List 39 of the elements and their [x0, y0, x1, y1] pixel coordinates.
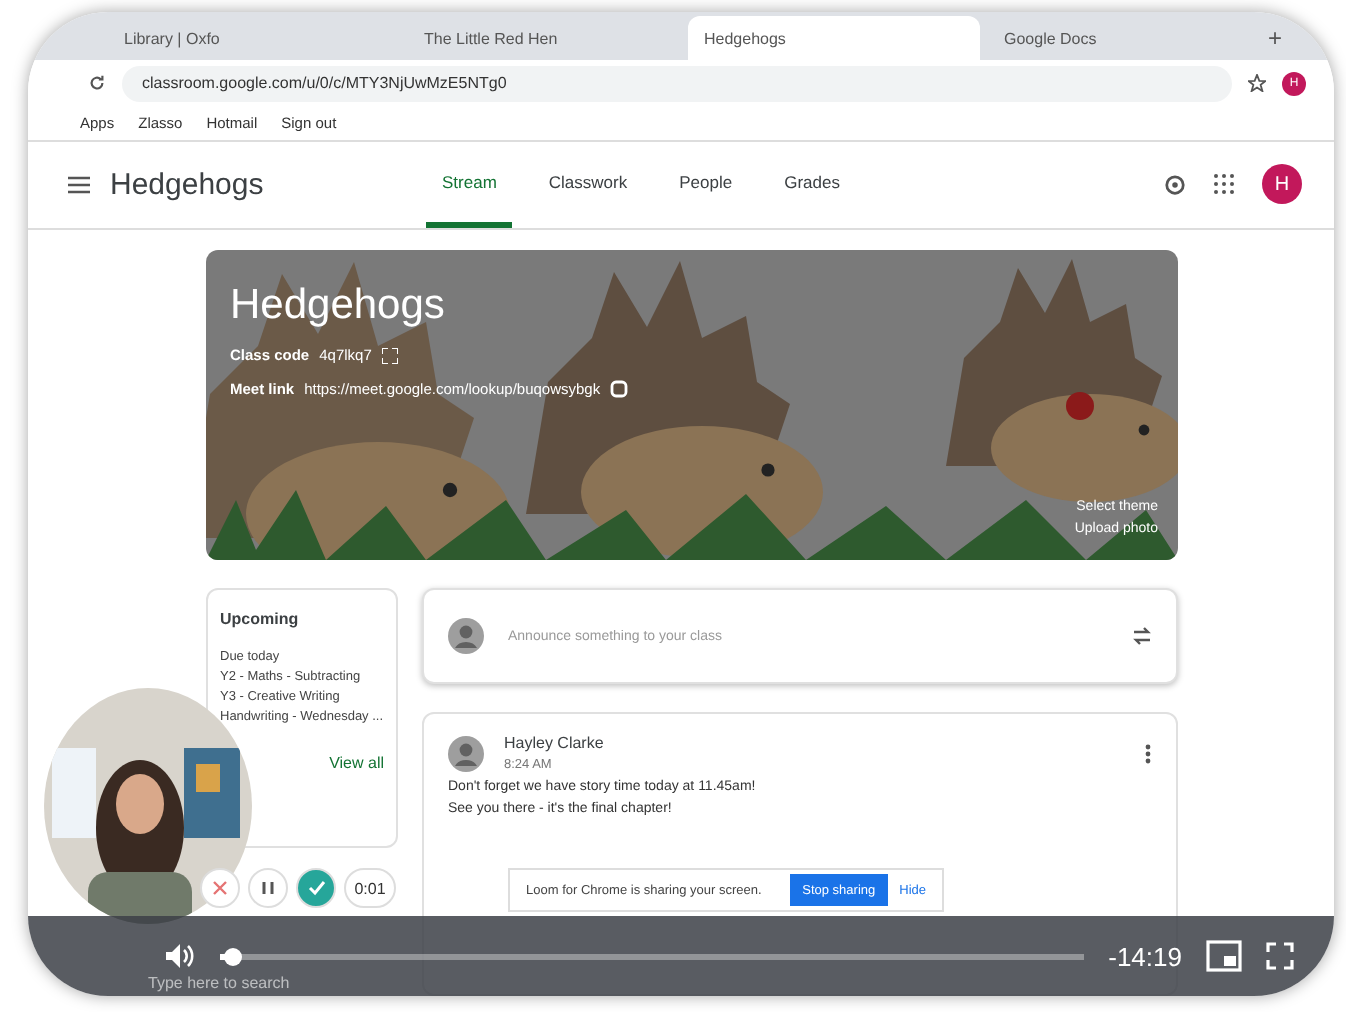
nav-tab[interactable]: Stream: [426, 141, 513, 228]
avatar-icon: [448, 618, 484, 654]
nav-tab[interactable]: Classwork: [532, 141, 644, 228]
new-tab-button[interactable]: +: [1268, 24, 1283, 61]
upcoming-title: Upcoming: [220, 610, 301, 628]
avatar-icon: [448, 735, 484, 771]
address-field[interactable]: classroom.google.com/u/0/c/MTY3NjUwMzE5NTg0: [122, 65, 1232, 102]
apps-grid-icon[interactable]: [1214, 174, 1234, 195]
browser-tab[interactable]: The Little Red Hen: [408, 16, 680, 61]
video-icon[interactable]: [610, 380, 629, 398]
progress-thumb[interactable]: [224, 947, 243, 965]
browser-tab[interactable]: Google Docs: [988, 16, 1260, 61]
settings-icon[interactable]: [1164, 173, 1186, 196]
nav-tab[interactable]: Grades: [768, 141, 856, 228]
fullscreen-icon[interactable]: [1266, 942, 1294, 970]
reload-icon[interactable]: [88, 74, 106, 93]
more-icon[interactable]: [1144, 743, 1152, 763]
picture-in-picture-icon[interactable]: [1206, 940, 1242, 972]
time-remaining: -14:19: [1108, 941, 1182, 971]
post-author: Hayley Clarke: [504, 734, 606, 752]
class-title: Hedgehogs: [110, 167, 266, 202]
expand-icon[interactable]: [381, 347, 398, 363]
pause-button[interactable]: [248, 868, 288, 908]
recording-timer[interactable]: 0:01: [344, 868, 396, 908]
check-icon: [307, 880, 325, 896]
volume-icon[interactable]: [164, 942, 196, 970]
pause-icon: [260, 880, 276, 896]
menu-icon[interactable]: [68, 175, 90, 194]
star-icon[interactable]: [1248, 74, 1266, 93]
view-all-link[interactable]: View all: [329, 754, 384, 772]
account-avatar[interactable]: H: [1262, 164, 1302, 205]
repost-icon[interactable]: [1132, 626, 1152, 646]
banner-title: Hedgehogs: [230, 282, 447, 330]
close-icon: [212, 880, 228, 896]
taskbar-search-text: Type here to search: [148, 974, 290, 992]
nav-tab[interactable]: People: [663, 141, 749, 228]
browser-tab[interactable]: Hedgehogs: [688, 16, 980, 61]
browser-tab[interactable]: Library | Oxfo: [108, 16, 400, 61]
progress-track[interactable]: [220, 953, 1085, 959]
